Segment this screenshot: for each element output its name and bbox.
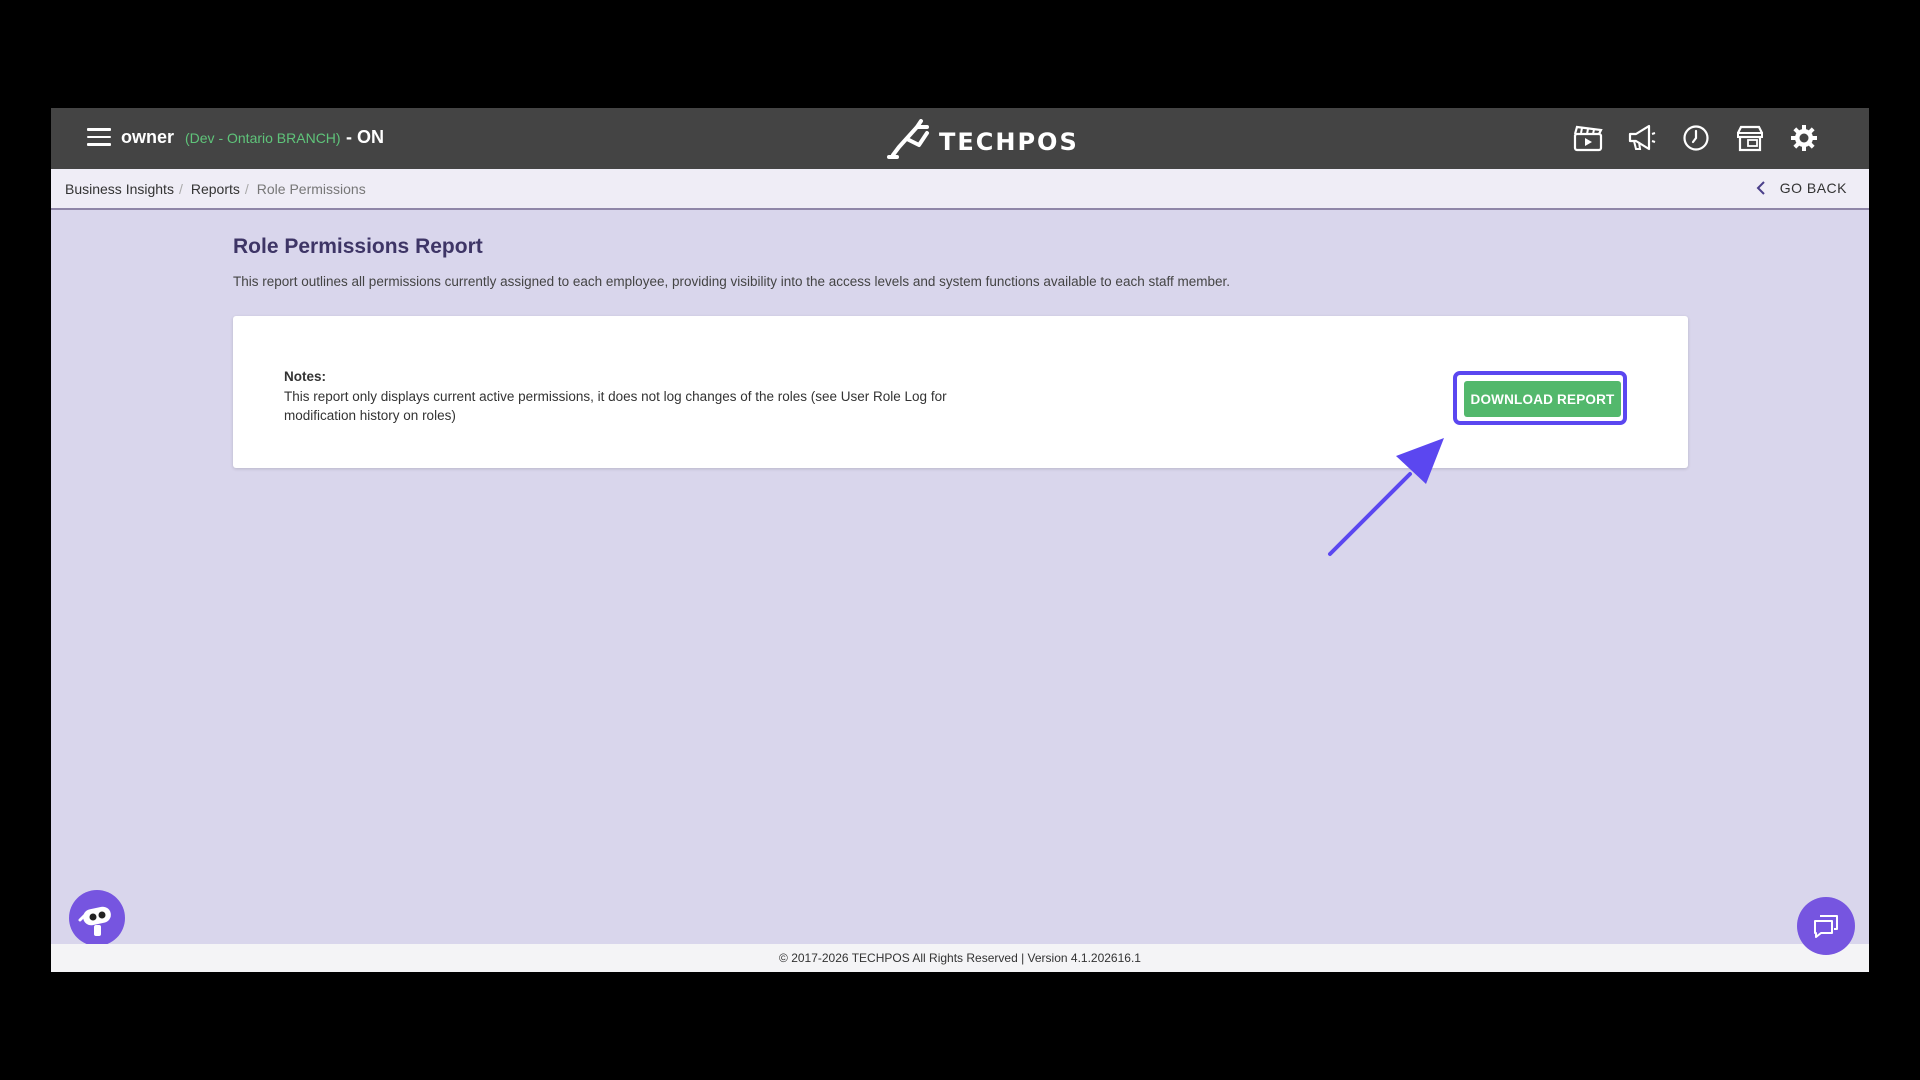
user-name: owner [121, 127, 175, 147]
page-description: This report outlines all permissions cur… [233, 274, 1230, 289]
annotation-arrow-icon [1328, 438, 1444, 556]
clock-icon[interactable] [1679, 121, 1713, 155]
store-icon[interactable] [1733, 121, 1767, 155]
robot-icon [78, 906, 111, 936]
breadcrumb-reports[interactable]: Reports [191, 181, 240, 197]
techpos-logo[interactable]: TECHPOS [887, 118, 1079, 160]
breadcrumb-bar: Business Insights / Reports / Role Permi… [51, 169, 1869, 210]
logo-mark-icon [887, 119, 929, 159]
notes-label: Notes: [284, 369, 327, 384]
chevron-left-icon [1756, 181, 1765, 195]
go-back-label: GO BACK [1779, 180, 1847, 196]
footer: © 2017-2026 TECHPOS All Rights Reserved … [51, 944, 1869, 972]
branch-label: (Dev - Ontario BRANCH) [185, 130, 341, 146]
logo-text: TECHPOS [939, 128, 1079, 156]
breadcrumb-separator: / [178, 181, 183, 197]
app-window: owner (Dev - Ontario BRANCH) - ON TECHPO… [51, 108, 1869, 972]
megaphone-icon[interactable] [1625, 121, 1659, 155]
chat-button[interactable] [1797, 897, 1855, 955]
top-navbar: owner (Dev - Ontario BRANCH) - ON TECHPO… [51, 108, 1869, 169]
header-actions [1571, 121, 1821, 155]
footer-copyright: © 2017-2026 TECHPOS All Rights Reserved … [779, 951, 1141, 965]
gear-icon[interactable] [1787, 121, 1821, 155]
go-back-button[interactable]: GO BACK [1756, 180, 1847, 196]
breadcrumb-business-insights[interactable]: Business Insights [65, 181, 174, 197]
page-title: Role Permissions Report [233, 235, 483, 258]
breadcrumb: Business Insights / Reports / Role Permi… [65, 181, 366, 197]
download-report-button[interactable]: DOWNLOAD REPORT [1464, 381, 1621, 417]
assistant-bot-button[interactable] [69, 890, 125, 946]
report-card: Notes: This report only displays current… [233, 316, 1688, 468]
breadcrumb-separator: / [244, 181, 249, 197]
chat-icon [1814, 915, 1838, 938]
breadcrumb-current: Role Permissions [256, 181, 366, 197]
menu-icon[interactable] [87, 128, 111, 148]
notes-text: This report only displays current active… [284, 389, 947, 423]
status-label: - ON [346, 127, 384, 147]
video-clapper-icon[interactable] [1571, 121, 1605, 155]
